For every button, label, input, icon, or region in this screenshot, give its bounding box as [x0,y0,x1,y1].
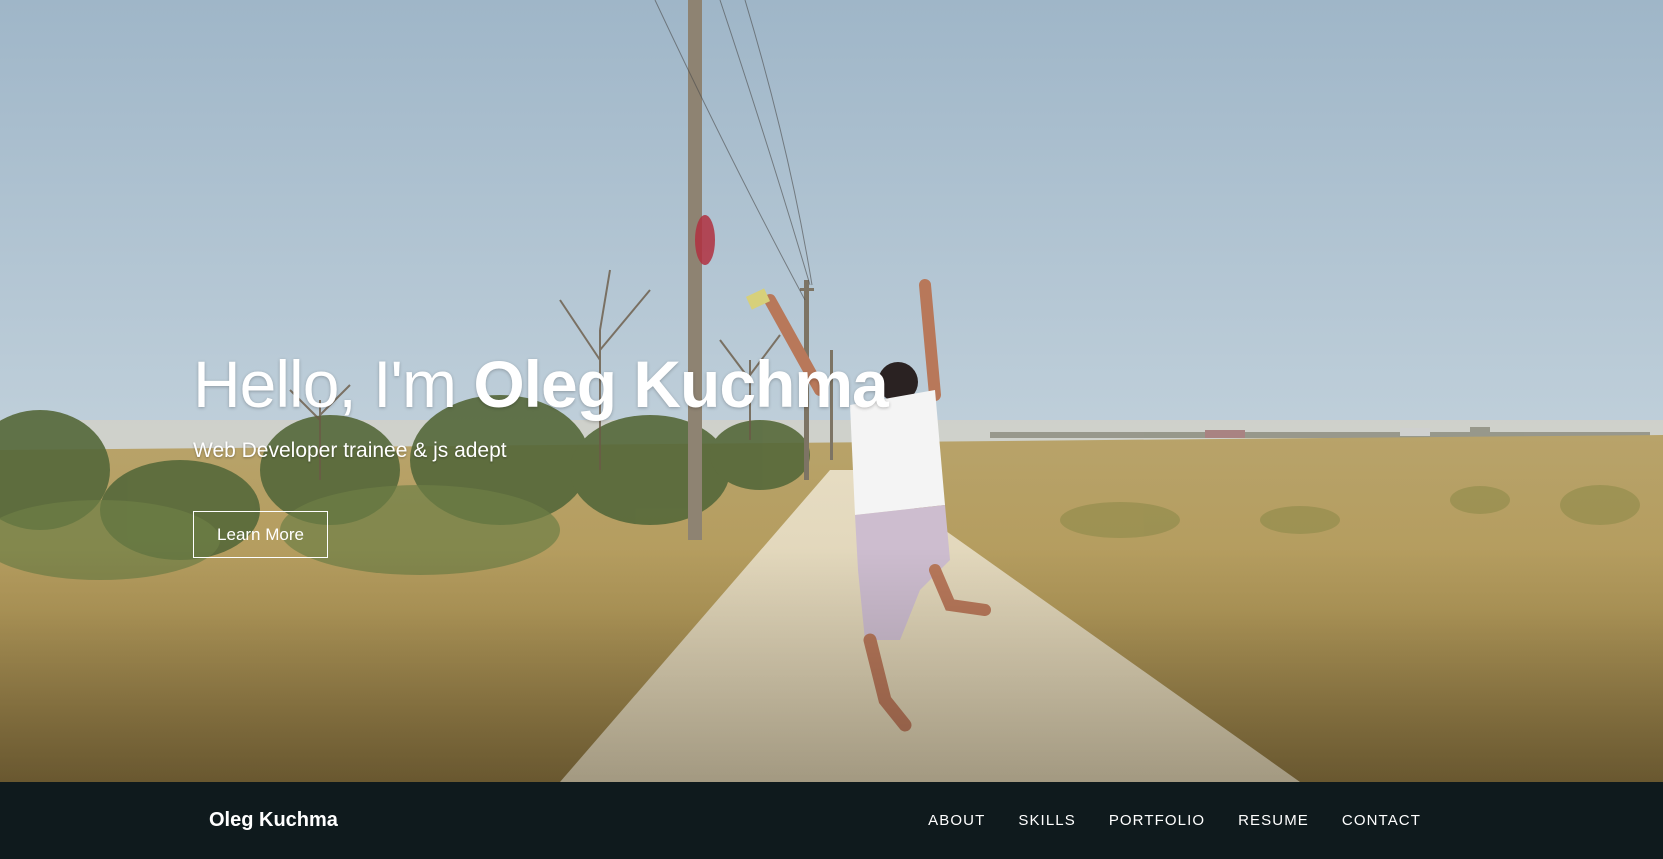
navbar-brand[interactable]: Oleg Kuchma [209,782,338,859]
nav-item-skills[interactable]: SKILLS [1018,812,1075,829]
nav-menu: ABOUT SKILLS PORTFOLIO RESUME CONTACT [928,782,1421,859]
hero-content: Hello, I'm Oleg Kuchma Web Developer tra… [193,345,889,558]
navbar: Oleg Kuchma ABOUT SKILLS PORTFOLIO RESUM… [0,782,1663,859]
hero-title: Hello, I'm Oleg Kuchma [193,345,889,423]
learn-more-button[interactable]: Learn More [193,511,328,558]
nav-item-contact[interactable]: CONTACT [1342,812,1421,829]
nav-item-portfolio[interactable]: PORTFOLIO [1109,812,1205,829]
hero-name: Oleg Kuchma [473,347,888,421]
nav-item-about[interactable]: ABOUT [928,812,985,829]
hero-section: Hello, I'm Oleg Kuchma Web Developer tra… [0,0,1663,782]
hero-subtitle: Web Developer trainee & js adept [193,439,507,462]
nav-item-resume[interactable]: RESUME [1238,812,1309,829]
hero-greeting: Hello, I'm [193,347,474,421]
